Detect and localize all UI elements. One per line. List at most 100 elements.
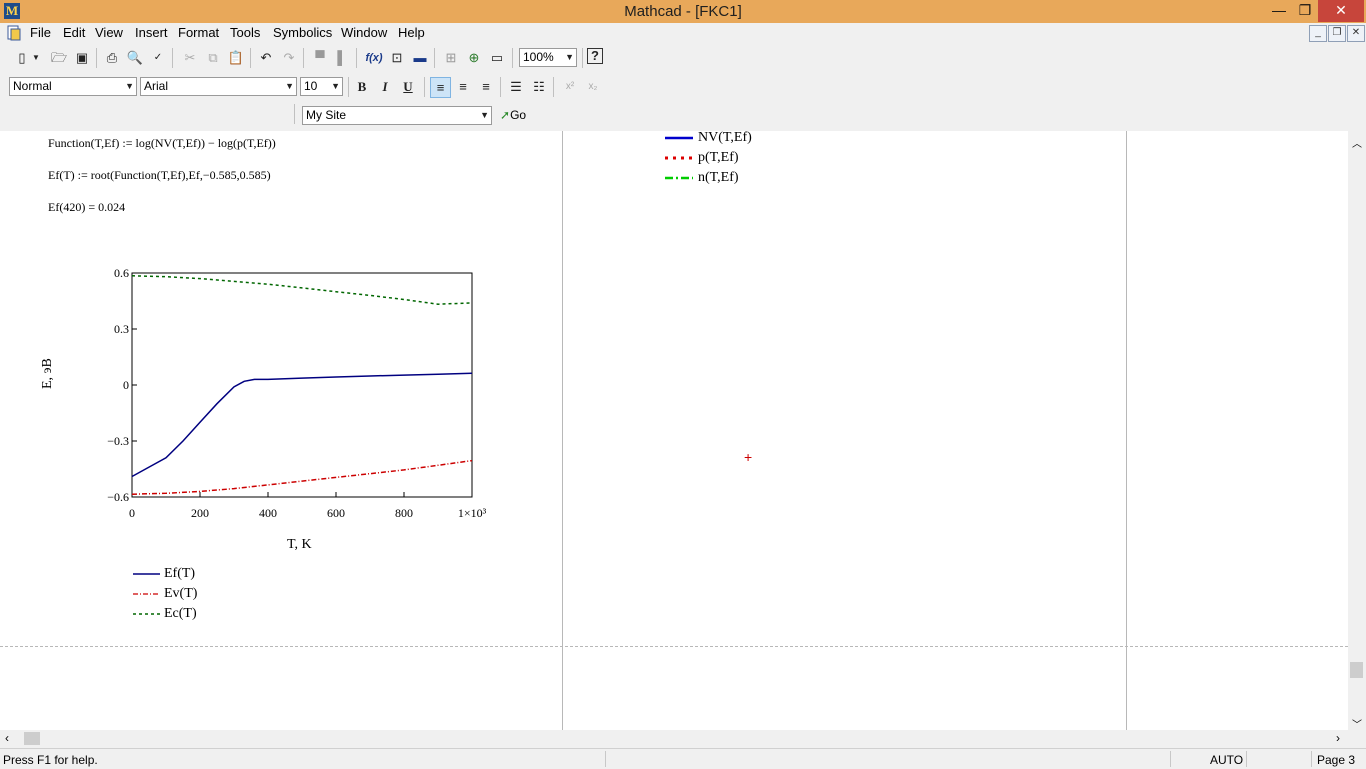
toolbar-separator [348,77,349,97]
bold-button[interactable]: B [352,77,372,97]
x-tick-label: 1×10³ [458,506,487,520]
crosshair-cursor-icon: + [744,449,753,465]
equation-function-definition[interactable]: Function(T,Ef) := log(NV(T,Ef)) − log(p(… [48,136,276,151]
x-tick-label: 200 [191,506,209,520]
menu-format[interactable]: Format [178,23,219,43]
menu-edit[interactable]: Edit [63,23,85,43]
status-help-text: Press F1 for help. [3,753,98,767]
resource-site-select[interactable]: My Site ▼ [302,106,492,125]
spell-check-icon[interactable]: ✓ [148,48,168,68]
align-left-icon[interactable]: ≡ [430,77,451,98]
menu-help[interactable]: Help [398,23,425,43]
go-arrow-icon: ➚ [500,108,511,122]
scroll-left-icon[interactable]: ‹ [5,731,9,745]
toolbar-separator [512,48,513,68]
toolbar-separator [424,77,425,97]
scroll-up-icon[interactable]: ︿ [1352,135,1362,150]
toolbar-separator [172,48,173,68]
toolbar-separator [303,48,304,68]
numbered-list-icon[interactable]: ☷ [529,77,549,97]
cut-icon[interactable]: ✂ [180,48,200,68]
align-right-icon[interactable]: ≡ [476,77,496,97]
redo-icon[interactable]: ↷ [279,48,299,68]
scroll-down-icon[interactable]: ﹀ [1352,716,1362,731]
font-value: Arial [144,79,169,93]
chevron-down-icon: ▼ [125,81,134,91]
subscript-icon[interactable]: x₂ [583,77,603,97]
new-dropdown-icon[interactable]: ▼ [30,48,42,68]
legend-label-ef: Ef(T) [164,566,196,581]
status-bar: Press F1 for help. AUTO Page 3 [0,748,1366,769]
restore-button[interactable]: ❐ [1292,0,1318,22]
x-tick-label: 600 [327,506,345,520]
y-tick-label: 0.6 [114,266,129,280]
horizontal-scroll-thumb[interactable] [24,732,40,745]
vertical-scroll-thumb[interactable] [1350,662,1363,678]
chevron-down-icon: ▼ [331,81,340,91]
document-icon[interactable] [6,25,22,41]
vertical-scrollbar[interactable]: ︿ ﹀ [1348,131,1366,731]
minimize-button[interactable]: — [1266,0,1292,22]
copy-icon[interactable]: ⧉ [203,48,223,68]
print-icon[interactable]: ⎙ [102,48,122,68]
underline-button[interactable]: U [398,77,418,97]
horizontal-scrollbar[interactable]: ‹ › [0,730,1348,748]
open-folder-icon[interactable]: 🗁 [49,48,69,68]
align-top-icon[interactable]: ▀ [310,48,330,68]
help-icon[interactable]: ? [587,48,603,64]
insert-unit-icon[interactable]: ⊡ [387,48,407,68]
y-tick-label: −0.6 [107,490,129,504]
toolbar-separator [553,77,554,97]
x-tick-label: 400 [259,506,277,520]
bullet-list-icon[interactable]: ☰ [506,77,526,97]
menu-window[interactable]: Window [341,23,387,43]
component-icon[interactable]: ⊞ [441,48,461,68]
menu-symbolics[interactable]: Symbolics [273,23,332,43]
toolbar-separator [434,48,435,68]
equation-ef-evaluation[interactable]: Ef(420) = 0.024 [48,200,125,215]
worksheet[interactable]: Function(T,Ef) := log(NV(T,Ef)) − log(p(… [0,131,1348,730]
toolbar-separator [294,104,295,124]
page-boundary-line [562,131,563,730]
italic-button[interactable]: I [375,77,395,97]
font-size-select[interactable]: 10 ▼ [300,77,343,96]
equation-ef-definition[interactable]: Ef(T) := root(Function(T,Ef),Ef,−0.585,0… [48,168,271,183]
new-document-icon[interactable]: ▯ [12,48,32,68]
save-icon[interactable]: ▣ [72,48,92,68]
menu-tools[interactable]: Tools [230,23,260,43]
zoom-select[interactable]: 100% ▼ [519,48,577,67]
scroll-right-icon[interactable]: › [1336,731,1340,745]
close-button[interactable]: ✕ [1318,0,1364,22]
menu-insert[interactable]: Insert [135,23,168,43]
legend-label-p: p(T,Ef) [698,150,739,165]
resource-center-icon[interactable]: ⊕ [464,48,484,68]
status-separator [605,751,606,767]
align-down-icon[interactable]: ▌ [332,48,352,68]
mdi-minimize-button[interactable]: _ [1309,25,1327,42]
calculate-icon[interactable]: ▬ [410,48,430,68]
style-select[interactable]: Normal ▼ [9,77,137,96]
y-axis-label: E, эВ [40,358,55,389]
status-separator [1246,751,1247,767]
insert-function-icon[interactable]: f(x) [364,48,384,68]
window-icon[interactable]: ▭ [487,48,507,68]
legend-label-ev: Ev(T) [164,586,198,601]
mdi-close-button[interactable]: ✕ [1347,25,1365,42]
undo-icon[interactable]: ↶ [256,48,276,68]
menu-file[interactable]: File [30,23,51,43]
menu-view[interactable]: View [95,23,123,43]
print-preview-icon[interactable]: 🔍 [125,48,145,68]
superscript-icon[interactable]: x² [560,77,580,97]
go-label: Go [510,108,527,122]
font-select[interactable]: Arial ▼ [140,77,297,96]
legend-label-ec: Ec(T) [164,606,197,621]
mdi-restore-button[interactable]: ❐ [1328,25,1346,42]
paste-icon[interactable]: 📋 [226,48,246,68]
legend-label-nv: NV(T,Ef) [698,131,752,145]
align-center-icon[interactable]: ≡ [453,77,473,97]
resource-site-value: My Site [306,108,347,122]
go-button[interactable]: ➚Go [500,106,526,125]
font-size-value: 10 [304,79,318,93]
toolbar-separator [582,48,583,68]
plot-region[interactable]: 0.6 0.3 0 −0.3 −0.6 0 200 400 600 800 1×10³ [50,261,520,561]
